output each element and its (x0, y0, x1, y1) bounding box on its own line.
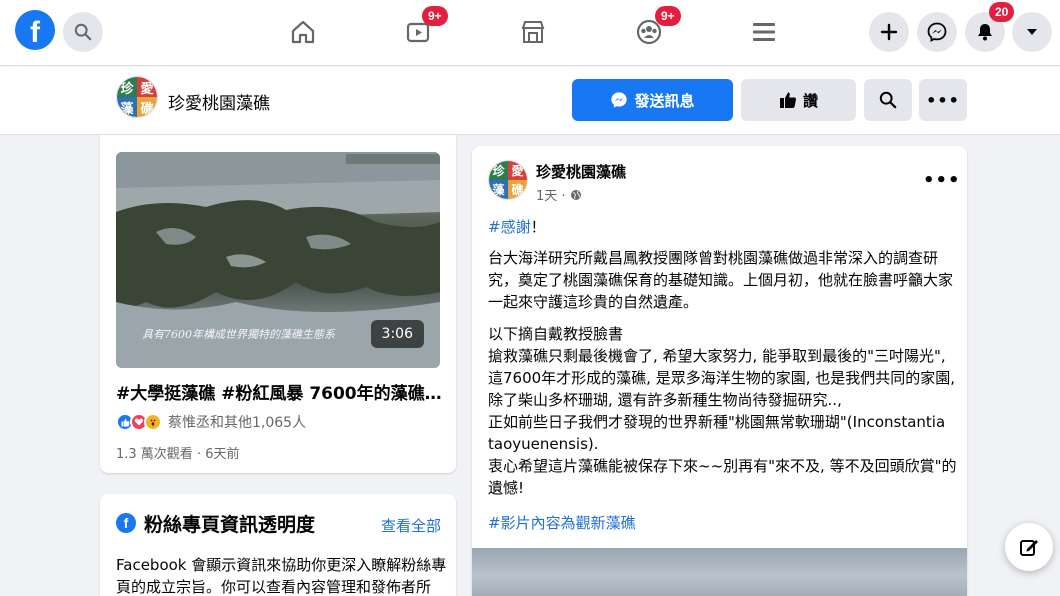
hashtag-link[interactable]: #感謝 (488, 218, 531, 236)
facebook-small-icon: f (116, 513, 136, 533)
page-more-button[interactable]: ••• (919, 79, 967, 121)
post-author-avatar[interactable]: 珍 愛 藻 礁 (488, 160, 528, 200)
groups-badge: 9+ (655, 6, 681, 26)
post-line: taoyuenensis). (488, 435, 599, 453)
more-icon: ••• (926, 90, 960, 110)
avatar-char: 珍 (117, 77, 137, 97)
footer-hashtag[interactable]: #影片內容為觀新藻礁 (488, 512, 636, 534)
thumbs-up-icon (779, 92, 797, 108)
post-line: 以下摘自戴教授臉書 (488, 325, 624, 343)
messenger-icon (927, 22, 947, 42)
search-icon (879, 91, 897, 109)
menu-icon (753, 23, 775, 41)
nav-groups[interactable]: 9+ (629, 6, 681, 52)
page-search-button[interactable] (864, 79, 912, 121)
post-line: 除了柴山多杯珊瑚, 還有許多新種生物尚待發掘研究.., (488, 391, 842, 409)
messenger-button[interactable] (917, 12, 957, 52)
create-button[interactable] (869, 12, 909, 52)
search-button[interactable] (63, 12, 103, 52)
home-icon (291, 20, 315, 44)
greeting-suffix: ！ (530, 218, 546, 236)
send-message-button[interactable]: 發送訊息 (572, 79, 733, 121)
post-author-name[interactable]: 珍愛桃園藻礁 (536, 161, 626, 182)
post-options-icon[interactable]: ••• (923, 170, 961, 191)
avatar-char: 愛 (508, 161, 527, 180)
avatar-char: 藻 (117, 97, 137, 117)
nav-watch[interactable]: 9+ (398, 6, 448, 52)
transparency-title: 粉絲專頁資訊透明度 (144, 514, 316, 536)
globe-icon (570, 189, 581, 200)
reaction-summary[interactable]: 蔡惟丞和其他1,065人 (116, 412, 306, 432)
post-meta: 1天 · (536, 185, 582, 204)
video-caption: 具有7600年構成世界獨特的藻礁生態系 (142, 328, 335, 341)
like-page-button[interactable]: 讚 (741, 79, 856, 121)
body-line: Facebook 會顯示資訊來協助你更深入瞭解粉絲專 (116, 556, 447, 574)
post-card: 珍 愛 藻 礁 珍愛桃園藻礁 1天 · ••• #感謝！ 台大海洋研究所戴昌鳳教… (472, 146, 967, 596)
new-message-button[interactable] (1005, 523, 1053, 571)
watch-badge: 9+ (422, 6, 448, 26)
post-line: 台大海洋研究所戴昌鳳教授團隊曾對桃園藻礁做過非常深入的調查研 (488, 249, 939, 267)
notifications-button[interactable]: 20 (965, 2, 1015, 52)
page-header-bar: 珍 愛 藻 礁 珍愛桃園藻礁 發送訊息 讚 ••• (0, 67, 1060, 135)
post-time[interactable]: 1天 · (536, 185, 566, 204)
messenger-icon (611, 92, 628, 108)
post-line: 究，奠定了桃園藻礁保育的基礎知識。上個月初，他就在臉書呼籲大家 (488, 271, 954, 289)
post-line: 衷心希望這片藻礁能被保存下來~~別再有"來不及, 等不及回頭欣賞"的 (488, 457, 957, 475)
avatar-char: 藻 (489, 180, 508, 199)
page-avatar[interactable]: 珍 愛 藻 礁 (116, 76, 158, 118)
see-all-link[interactable]: 查看全部 (381, 515, 441, 536)
wow-reaction-icon (144, 413, 162, 431)
post-paragraph-2: 以下摘自戴教授臉書 搶救藻礁只剩最後機會了, 希望大家努力, 能爭取到最後的"三… (488, 323, 956, 499)
post-line: 正如前些日子我們才發現的世界新種"桃園無常軟珊瑚"(Inconstantia (488, 413, 946, 431)
post-line: 搶救藻礁只剩最後機會了, 希望大家努力, 能爭取到最後的"三吋陽光", (488, 347, 946, 365)
post-line: 遺憾! (488, 479, 525, 497)
video-views: 1.3 萬次觀看 · 6天前 (116, 447, 240, 462)
facebook-logo[interactable]: f (15, 10, 55, 50)
notifications-badge: 20 (989, 2, 1015, 22)
send-message-label: 發送訊息 (634, 91, 695, 110)
nav-home[interactable] (283, 12, 323, 52)
logo-letter: f (30, 16, 40, 49)
nav-menu[interactable] (744, 12, 784, 52)
video-title[interactable]: #大學挺藻礁 #粉紅風暴 7600年的藻礁提... (116, 379, 446, 404)
page-transparency-card: f 粉絲專頁資訊透明度 查看全部 Facebook 會顯示資訊來協助你更深入瞭解… (100, 494, 456, 596)
video-thumbnail[interactable]: 具有7600年構成世界獨特的藻礁生態系 3:06 (116, 152, 440, 368)
avatar-char: 礁 (137, 97, 157, 117)
post-paragraph-1: 台大海洋研究所戴昌鳳教授團隊曾對桃園藻礁做過非常深入的調查研 究，奠定了桃園藻礁… (488, 247, 953, 313)
caret-down-icon (1027, 29, 1037, 35)
plus-icon (880, 23, 898, 41)
body-line: 頁的成立宗旨。你可以查看內容管理和發佈者所 (116, 578, 432, 596)
video-card: 具有7600年構成世界獨特的藻礁生態系 3:06 #大學挺藻礁 #粉紅風暴 76… (100, 135, 456, 473)
marketplace-icon (521, 21, 545, 43)
post-video-preview[interactable] (472, 548, 967, 596)
page-name[interactable]: 珍愛桃園藻礁 (168, 89, 270, 114)
search-icon (74, 23, 92, 41)
post-line: 一起來守護這珍貴的自然遺產。 (488, 293, 699, 311)
nav-marketplace[interactable] (513, 12, 553, 52)
bell-icon (978, 24, 992, 41)
transparency-body: Facebook 會顯示資訊來協助你更深入瞭解粉絲專 頁的成立宗旨。你可以查看內… (116, 554, 446, 596)
post-line: 這7600年才形成的藻礁, 是眾多海洋生物的家園, 也是我們共同的家園, (488, 369, 956, 387)
video-duration: 3:06 (370, 320, 424, 348)
like-label: 讚 (802, 91, 818, 110)
avatar-char: 礁 (508, 180, 527, 199)
account-button[interactable] (1012, 12, 1052, 52)
top-navigation-bar: f 9+ 9+ 20 (0, 0, 1060, 66)
reaction-count: 蔡惟丞和其他1,065人 (168, 415, 307, 431)
avatar-char: 珍 (489, 161, 508, 180)
compose-icon (1020, 540, 1038, 556)
post-greeting: #感謝！ (488, 216, 546, 238)
avatar-char: 愛 (137, 77, 157, 97)
